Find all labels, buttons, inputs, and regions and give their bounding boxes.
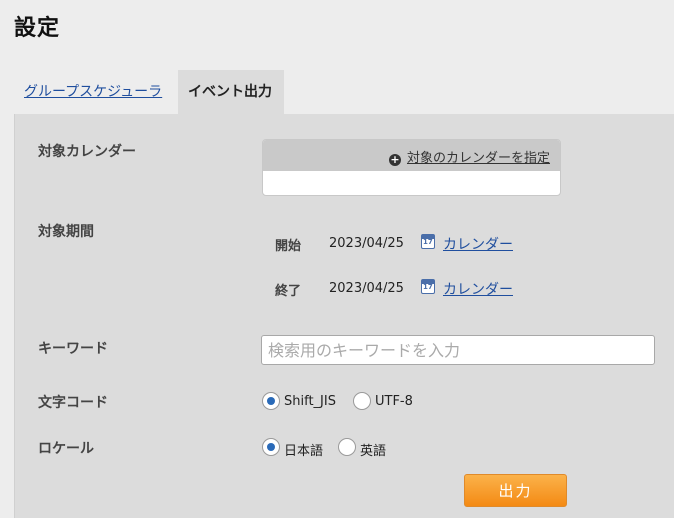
locale-radio-english[interactable] [338,438,356,456]
start-label: 開始 [275,239,302,254]
start-date: 2023/04/25 [329,236,404,251]
locale-radio-japanese[interactable] [262,438,280,456]
target-calendar-label: 対象カレンダー [38,144,136,160]
export-button[interactable]: 出力 [464,474,567,507]
end-calendar-link[interactable]: カレンダー [443,279,513,299]
page-title: 設定 [14,16,61,41]
charset-radio-utf8[interactable] [353,392,371,410]
target-calendar-box: + 対象のカレンダーを指定 [262,139,561,196]
calendar-icon[interactable] [421,234,435,249]
target-calendar-box-header: + 対象のカレンダーを指定 [263,140,560,171]
specify-calendar-link[interactable]: + 対象のカレンダーを指定 [388,147,550,166]
plus-circle-icon: + [388,153,401,166]
charset-radio-shift-jis[interactable] [262,392,280,410]
charset-option-utf8: UTF-8 [375,394,413,409]
locale-label: ロケール [38,441,94,457]
keyword-label: キーワード [38,341,108,357]
charset-label: 文字コード [38,395,108,411]
locale-option-english: 英語 [360,444,387,459]
end-label: 終了 [275,284,302,299]
end-date: 2023/04/25 [329,281,404,296]
keyword-input[interactable] [261,335,655,365]
specify-calendar-link-text: 対象のカレンダーを指定 [406,151,550,166]
target-period-label: 対象期間 [38,224,94,240]
tab-event-export[interactable]: イベント出力 [178,70,284,114]
locale-option-japanese: 日本語 [284,444,324,459]
calendar-icon[interactable] [421,279,435,294]
tab-group-scheduler[interactable]: グループスケジューラ [14,70,173,114]
event-export-panel: 対象カレンダー + 対象のカレンダーを指定 対象期間 開始 2023/04/25 … [14,114,674,518]
start-calendar-link[interactable]: カレンダー [443,234,513,254]
charset-option-shift-jis: Shift_JIS [284,394,336,409]
